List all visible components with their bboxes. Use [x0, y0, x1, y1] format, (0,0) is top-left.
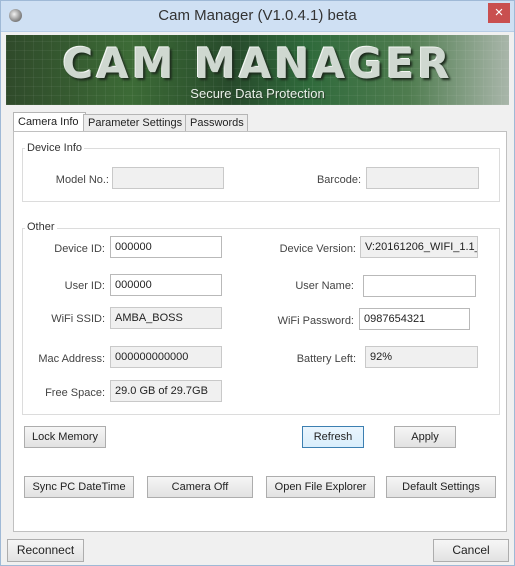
- free-space-field[interactable]: 29.0 GB of 29.7GB: [110, 380, 222, 402]
- barcode-label: Barcode:: [316, 174, 361, 186]
- refresh-button[interactable]: Refresh: [302, 426, 364, 448]
- device-info-group-label: Device Info: [25, 142, 85, 154]
- mac-address-label: Mac Address:: [38, 353, 105, 365]
- banner-subtitle: Secure Data Protection: [190, 86, 325, 101]
- wifi-ssid-label: WiFi SSID:: [51, 313, 105, 325]
- lock-memory-button[interactable]: Lock Memory: [24, 426, 106, 448]
- user-name-input[interactable]: [363, 275, 476, 297]
- open-file-explorer-button[interactable]: Open File Explorer: [266, 476, 375, 498]
- wifi-password-input[interactable]: 0987654321: [359, 308, 470, 330]
- mac-address-field[interactable]: 000000000000: [110, 346, 222, 368]
- title-bar[interactable]: Cam Manager (V1.0.4.1) beta ×: [1, 1, 514, 32]
- tab-parameter-settings[interactable]: Parameter Settings: [83, 114, 188, 132]
- device-id-input[interactable]: 000000: [110, 236, 222, 258]
- tab-camera-info[interactable]: Camera Info: [13, 112, 86, 133]
- battery-left-label: Battery Left:: [296, 353, 356, 365]
- banner-image: CAM MANAGER Secure Data Protection: [6, 35, 509, 105]
- banner-title: CAM MANAGER: [62, 39, 453, 88]
- device-version-label: Device Version:: [279, 243, 356, 255]
- reconnect-button[interactable]: Reconnect: [7, 539, 84, 562]
- cam-manager-window: Cam Manager (V1.0.4.1) beta × CAM MANAGE…: [0, 0, 515, 566]
- wifi-ssid-field[interactable]: AMBA_BOSS: [110, 307, 222, 329]
- barcode-field[interactable]: [366, 167, 479, 189]
- other-group-label: Other: [25, 221, 57, 233]
- user-name-label: User Name:: [295, 280, 354, 292]
- cancel-button[interactable]: Cancel: [433, 539, 509, 562]
- user-id-label: User ID:: [64, 280, 105, 292]
- default-settings-button[interactable]: Default Settings: [386, 476, 496, 498]
- camera-info-panel: Device Info Model No.: Barcode: Other De…: [13, 131, 507, 532]
- sync-pc-datetime-button[interactable]: Sync PC DateTime: [24, 476, 134, 498]
- tab-passwords[interactable]: Passwords: [185, 114, 248, 132]
- device-id-label: Device ID:: [54, 243, 105, 255]
- device-version-field[interactable]: V:20161206_WIFI_1.1_Al: [360, 236, 478, 258]
- model-no-field[interactable]: [112, 167, 224, 189]
- model-no-label: Model No.:: [55, 174, 109, 186]
- apply-button[interactable]: Apply: [394, 426, 456, 448]
- wifi-password-label: WiFi Password:: [277, 315, 354, 327]
- user-id-input[interactable]: 000000: [110, 274, 222, 296]
- camera-off-button[interactable]: Camera Off: [147, 476, 253, 498]
- close-button[interactable]: ×: [488, 3, 510, 23]
- free-space-label: Free Space:: [45, 387, 105, 399]
- battery-left-field[interactable]: 92%: [365, 346, 478, 368]
- window-title: Cam Manager (V1.0.4.1) beta: [158, 7, 357, 24]
